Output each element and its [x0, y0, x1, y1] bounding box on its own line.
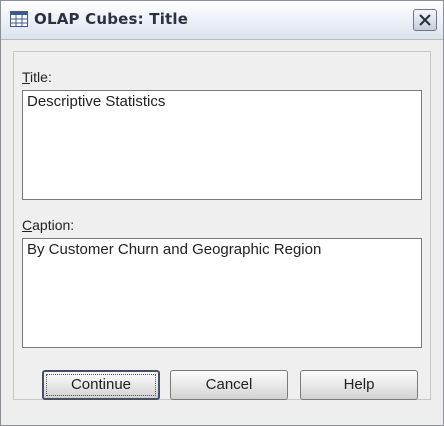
caption-label-mnemonic: C [22, 217, 33, 233]
continue-button[interactable]: Continue [42, 370, 160, 400]
caption-textarea[interactable]: By Customer Churn and Geographic Region [22, 238, 422, 348]
dialog-title: OLAP Cubes: Title [34, 10, 189, 28]
caption-label-rest: aption: [32, 217, 75, 233]
title-field-label: Title: [22, 69, 52, 85]
close-button[interactable] [413, 9, 437, 31]
help-button[interactable]: Help [300, 370, 418, 400]
table-grid-icon [10, 11, 28, 27]
olap-cubes-title-dialog: OLAP Cubes: Title Title: Descriptive Sta… [0, 0, 444, 426]
continue-button-label: Continue [46, 374, 156, 396]
title-label-rest: itle: [30, 69, 52, 85]
cancel-button[interactable]: Cancel [170, 370, 288, 400]
title-textarea[interactable]: Descriptive Statistics [22, 90, 422, 200]
dialog-body: Title: Descriptive Statistics Caption: B… [13, 51, 431, 400]
help-button-label: Help [343, 376, 375, 393]
title-label-mnemonic: T [22, 69, 31, 85]
title-bar[interactable]: OLAP Cubes: Title [1, 1, 443, 40]
cancel-button-label: Cancel [205, 376, 253, 393]
title-textarea-value: Descriptive Statistics [27, 93, 166, 110]
caption-textarea-value: By Customer Churn and Geographic Region [27, 241, 322, 258]
caption-field-label: Caption: [22, 217, 74, 233]
